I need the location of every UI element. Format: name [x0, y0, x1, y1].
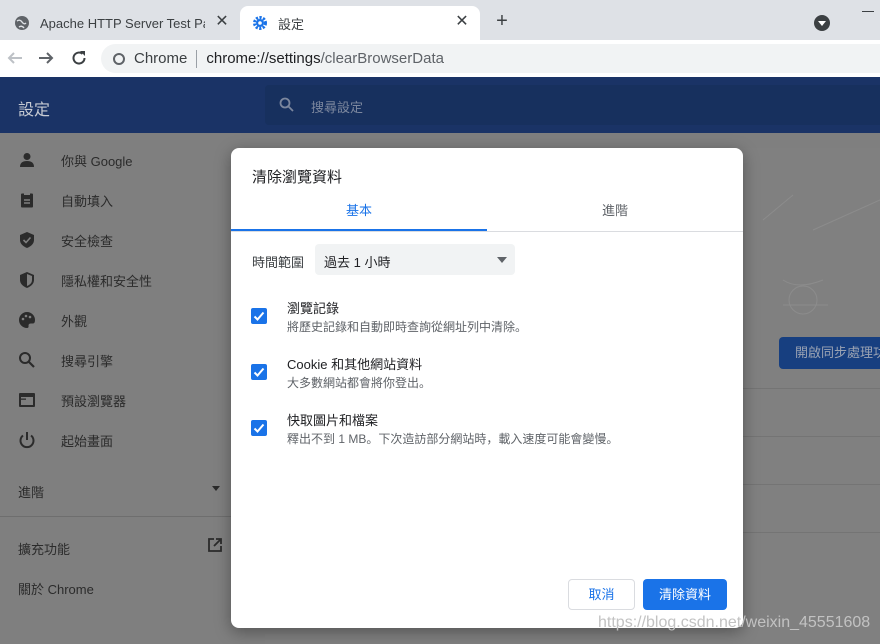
- sidebar-item-label: 安全檢查: [61, 233, 114, 249]
- open-in-new-icon[interactable]: [207, 537, 223, 553]
- option-description: 大多數網站都會將你登出。: [287, 376, 432, 390]
- sidebar-item-privacy[interactable]: 隱私權和安全性: [0, 260, 240, 300]
- tab-title: 設定: [278, 16, 305, 32]
- sidebar-item-search-engine[interactable]: 搜尋引擎: [0, 340, 240, 380]
- time-range-value: 過去 1 小時: [324, 255, 391, 270]
- checkmark-icon: [253, 367, 265, 377]
- settings-gear-icon: [253, 16, 267, 30]
- tab-basic[interactable]: 基本: [231, 198, 487, 231]
- power-icon: [19, 432, 35, 449]
- globe-icon: [15, 16, 29, 30]
- sidebar-item-label: 起始畫面: [61, 433, 114, 449]
- option-title: 瀏覽記錄: [287, 301, 340, 316]
- sidebar-item-safety-check[interactable]: 安全檢查: [0, 220, 240, 260]
- reload-icon[interactable]: [70, 49, 88, 67]
- watermark: https://blog.csdn.net/weixin_45551608: [598, 614, 871, 631]
- option-description: 釋出不到 1 MB。下次造訪部分網站時，載入速度可能會變慢。: [287, 432, 619, 446]
- dropdown-arrow-icon[interactable]: [497, 257, 507, 263]
- sidebar-item-default-browser[interactable]: 預設瀏覽器: [0, 380, 240, 420]
- tab-apache[interactable]: Apache HTTP Server Test Page ✕: [6, 6, 240, 40]
- browsing-history-checkbox[interactable]: [251, 308, 267, 324]
- chrome-icon: [113, 52, 125, 65]
- sidebar-item-on-startup[interactable]: 起始畫面: [0, 420, 240, 460]
- sidebar-item-autofill[interactable]: 自動填入: [0, 180, 240, 220]
- tab-settings[interactable]: 設定 ✕: [240, 6, 480, 40]
- row-divider: [743, 436, 880, 437]
- checkmark-icon: [253, 423, 265, 433]
- close-icon[interactable]: ✕: [454, 14, 470, 30]
- forward-arrow-icon[interactable]: [37, 49, 55, 67]
- search-placeholder: 搜尋設定: [311, 100, 364, 115]
- option-description: 將歷史記錄和自動即時查詢從網址列中清除。: [287, 320, 528, 334]
- sidebar-advanced[interactable]: 進階: [18, 482, 44, 501]
- row-divider: [743, 532, 880, 533]
- omnibox-chip: Chrome: [134, 50, 188, 67]
- browser-icon: [19, 393, 35, 407]
- shield-icon: [20, 272, 34, 288]
- shield-check-icon: [20, 232, 34, 248]
- url-path: /clearBrowserData: [320, 50, 444, 67]
- clear-data-button[interactable]: 清除資料: [643, 579, 727, 610]
- tab-strip: Apache HTTP Server Test Page ✕ 設定 ✕: [0, 0, 880, 40]
- time-range-label: 時間範圍: [252, 255, 305, 270]
- turn-on-sync-button[interactable]: 開啟同步處理功: [779, 337, 880, 369]
- palette-icon: [19, 312, 35, 328]
- omnibox-separator: [196, 49, 198, 68]
- person-icon: [20, 153, 34, 167]
- sidebar-item-label: 搜尋引擎: [61, 353, 114, 369]
- search-icon: [279, 97, 294, 112]
- sync-illustration-icon: [762, 194, 880, 315]
- sidebar-item-label: 隱私權和安全性: [61, 273, 153, 289]
- tab-title: Apache HTTP Server Test Page: [40, 15, 205, 31]
- sidebar-item-label: 外觀: [61, 313, 88, 329]
- cancel-button[interactable]: 取消: [568, 579, 635, 610]
- row-divider: [743, 484, 880, 485]
- sidebar-item-google[interactable]: 你與 Google: [0, 140, 240, 180]
- option-title: Cookie 和其他網站資料: [287, 357, 423, 372]
- sidebar-item-label: 自動填入: [61, 193, 114, 209]
- sidebar-item-label: 你與 Google: [61, 153, 133, 169]
- page-title: 設定: [18, 102, 51, 119]
- search-icon: [19, 352, 35, 368]
- close-icon[interactable]: ✕: [214, 14, 230, 30]
- sidebar-item-label: 預設瀏覽器: [61, 393, 127, 409]
- sidebar-item-appearance[interactable]: 外觀: [0, 300, 240, 340]
- dialog-title: 清除瀏覽資料: [252, 169, 343, 186]
- option-title: 快取圖片和檔案: [287, 413, 379, 428]
- tab-search-icon[interactable]: [814, 15, 830, 31]
- back-arrow-icon[interactable]: [6, 49, 24, 67]
- omnibox[interactable]: Chrome chrome://settings/clearBrowserDat…: [101, 44, 880, 73]
- row-divider: [743, 388, 880, 389]
- sidebar-about-chrome[interactable]: 關於 Chrome: [18, 579, 94, 598]
- checkmark-icon: [253, 311, 265, 321]
- tab-advanced[interactable]: 進階: [487, 198, 743, 231]
- tab-divider: [231, 231, 743, 232]
- cached-images-checkbox[interactable]: [251, 420, 267, 436]
- sidebar-divider: [0, 516, 240, 517]
- cookies-checkbox[interactable]: [251, 364, 267, 380]
- sidebar-extensions[interactable]: 擴充功能: [18, 539, 70, 558]
- chevron-down-icon[interactable]: [212, 486, 220, 491]
- minimize-icon[interactable]: [862, 11, 874, 12]
- url-host: chrome://settings: [206, 50, 321, 67]
- new-tab-button[interactable]: +: [492, 11, 512, 31]
- clipboard-icon: [21, 192, 33, 208]
- sidebar: 你與 Google 自動填入 安全檢查 隱私權和安全性 外觀 搜尋引擎 預設瀏覽…: [0, 133, 240, 644]
